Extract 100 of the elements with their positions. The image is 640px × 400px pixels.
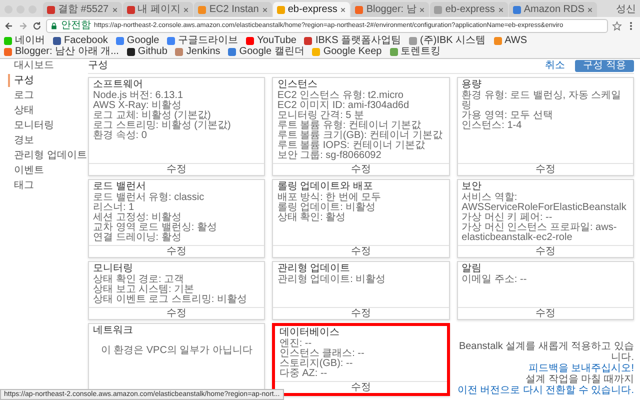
sidebar-item[interactable]: 모니터링: [8, 119, 86, 132]
setting-text: 로그 교체: 비활성 (기본값): [93, 111, 211, 121]
setting-text: 롤링 업데이트: 비활성: [277, 203, 377, 213]
apply-button[interactable]: 구성 적용: [575, 60, 634, 72]
footer-link[interactable]: 이전 버전으로 다시 전환할 수 있습니다.: [457, 385, 634, 396]
bookmark[interactable]: 구글드라이브: [167, 35, 238, 46]
edit-button[interactable]: 수정: [89, 245, 264, 257]
edit-button[interactable]: 수정: [273, 245, 449, 257]
close-icon[interactable]: [419, 6, 426, 12]
bookmark[interactable]: Google Keep: [312, 46, 382, 57]
bookmark[interactable]: Jenkins: [175, 46, 220, 57]
setting-text: 리스너: 1: [93, 203, 134, 213]
bookmark[interactable]: Facebook: [53, 35, 108, 46]
setting-text: EC2 이미지 ID: ami-f304ad6d: [277, 101, 410, 111]
close-icon[interactable]: [340, 6, 346, 12]
setting-text: 상태 확인 경로: 고객: [93, 275, 184, 285]
setting-text: 상태 확인: 활성: [277, 213, 347, 223]
footer-link[interactable]: 피드백을 보내주십시오!: [528, 363, 634, 374]
card-title: 네트워크: [93, 325, 134, 337]
setting-text: 환경 유형: 로드 밸런싱, 자동 스케일링: [462, 91, 622, 111]
bookmark[interactable]: YouTube: [246, 35, 296, 46]
close-icon[interactable]: [498, 6, 504, 12]
setting-text: 서비스 역할: AWSServiceRoleForElasticBeanstalk: [462, 193, 628, 213]
star-icon[interactable]: [612, 20, 622, 30]
secure-label: 안전함: [61, 20, 91, 32]
setting-text: 관리형 업데이트: 비활성: [277, 275, 387, 285]
sidebar-item[interactable]: 로그: [8, 89, 86, 102]
bookmark[interactable]: AWS: [494, 35, 528, 46]
close-icon[interactable]: [587, 6, 594, 12]
forward-icon[interactable]: [18, 20, 28, 30]
setting-text: 모니터링 간격: 5 분: [277, 111, 364, 121]
sidebar-item[interactable]: 대시보드: [8, 59, 86, 72]
browser-tab[interactable]: EC2 Instan: [194, 2, 272, 17]
card-title: 인스턴스: [277, 79, 318, 90]
footer-text: 설계 작업을 마칠 때까지: [526, 374, 634, 385]
browser-tab[interactable]: eb-express: [430, 2, 508, 17]
edit-button[interactable]: 수정: [273, 163, 449, 175]
close-icon[interactable]: [112, 6, 118, 12]
setting-text: 교차 영역 로드 밸런싱: 활성: [93, 223, 218, 233]
card-title: 보안: [462, 181, 483, 192]
setting-text: 인스턴스: 1-4: [462, 121, 523, 131]
bookmark[interactable]: 토렌트킹: [390, 46, 441, 57]
setting-text: AWS X-Ray: 비활성: [93, 101, 182, 111]
sidebar-item[interactable]: 경보: [8, 134, 86, 147]
setting-text: 이메일 주소: --: [462, 275, 528, 285]
lock-icon[interactable]: [50, 22, 58, 30]
setting-text: 로그 스트리밍: 비활성 (기본값): [93, 121, 232, 131]
reload-icon[interactable]: [32, 20, 42, 30]
setting-text: 상태 보고 시스템: 기본: [93, 285, 194, 295]
edit-button[interactable]: 수정: [273, 307, 449, 319]
sidebar-item[interactable]: 태그: [8, 179, 86, 192]
browser-tab[interactable]: Blogger: 남: [351, 2, 430, 17]
setting-text: 가용 영역: 모두 선택: [462, 111, 554, 121]
setting-text: 루트 볼륨 유형: 컨테이너 기본값: [277, 121, 422, 131]
bookmark[interactable]: 네이버: [4, 35, 45, 46]
edit-button[interactable]: 수정: [458, 245, 633, 257]
card-title: 용량: [462, 79, 483, 90]
card-title: 관리형 업데이트: [277, 263, 352, 274]
browser-tab[interactable]: 내 페이지: [122, 2, 194, 17]
setting-text: 상태 이벤트 로그 스트리밍: 비활성: [93, 295, 248, 305]
setting-text: 환경 속성: 0: [93, 131, 148, 141]
setting-text: 루트 볼륨 크기(GB): 컨테이너 기본값: [277, 131, 444, 141]
bookmark[interactable]: Google 캘린더: [228, 46, 304, 57]
bookmark[interactable]: Google: [116, 35, 160, 46]
card-title: 알림: [462, 263, 483, 274]
card-title: 데이터베이스: [279, 327, 340, 338]
card-title: 롤링 업데이트와 배포: [277, 181, 374, 192]
edit-button[interactable]: 수정: [458, 163, 633, 175]
close-icon[interactable]: [262, 6, 268, 12]
card-title: 소프트웨어: [93, 79, 144, 90]
bookmark[interactable]: (주)IBK 시스템: [409, 35, 486, 46]
sidebar-item[interactable]: 구성: [8, 74, 86, 87]
close-icon[interactable]: [183, 6, 190, 12]
bookmark[interactable]: Blogger: 남산 아래 개...: [4, 46, 119, 57]
setting-text: Node.js 버전: 6.13.1: [93, 91, 184, 101]
bookmark[interactable]: IBKS 플랫폼사업팀: [304, 35, 402, 46]
browser-tab[interactable]: 결함 #5527: [43, 2, 122, 17]
browser-tab[interactable]: Amazon RDS: [508, 2, 598, 17]
setting-text: 연결 드레이닝: 활성: [93, 233, 182, 243]
cancel-link[interactable]: 취소: [545, 60, 566, 72]
card-title: 모니터링: [93, 263, 134, 274]
sidebar-item[interactable]: 관리형 업데이트: [8, 149, 86, 162]
sidebar-item[interactable]: 상태: [8, 104, 86, 117]
edit-button[interactable]: 수정: [275, 381, 447, 393]
setting-text: 세션 고정성: 비활성: [93, 213, 182, 223]
setting-text: 보안 그룹: sg-f8066092: [277, 151, 382, 161]
sidebar-item[interactable]: 이벤트: [8, 164, 86, 177]
bookmark[interactable]: Github: [126, 46, 168, 57]
setting-text: 루트 볼륨 IOPS: 컨테이너 기본값: [277, 141, 426, 151]
profile-name[interactable]: 성신: [616, 4, 636, 16]
footer-text: Beanstalk 설계를 새롭게 적용하고 있습니다.: [458, 341, 634, 363]
setting-text: EC2 인스턴스 유형: t2.micro: [277, 91, 404, 101]
card-title: 로드 밸런서: [93, 181, 147, 192]
browser-tab[interactable]: eb-express: [272, 2, 350, 17]
edit-button[interactable]: 수정: [458, 307, 633, 319]
setting-text: 가상 머신 키 페어: --: [462, 213, 552, 223]
back-icon[interactable]: [4, 20, 14, 30]
edit-button[interactable]: 수정: [89, 307, 264, 319]
edit-button[interactable]: 수정: [89, 163, 264, 175]
setting-text: 엔진: --: [279, 339, 312, 349]
